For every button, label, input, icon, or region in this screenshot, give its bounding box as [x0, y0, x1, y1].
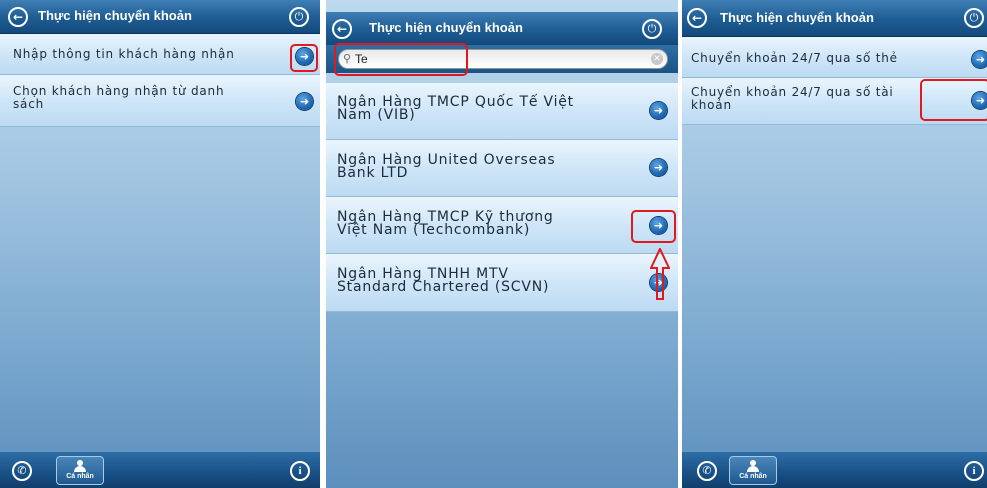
list-item-label: Ngân Hàng TMCP Quốc Tế Việt Nam (VIB): [337, 94, 574, 123]
info-icon[interactable]: i: [290, 461, 310, 481]
page-title: Thực hiện chuyển khoản: [369, 20, 523, 35]
list-item-label: Nhập thông tin khách hàng nhận: [13, 47, 235, 61]
list-item-label: Chuyển khoản 24/7 qua số tài khoản: [691, 85, 894, 112]
info-icon[interactable]: i: [964, 461, 984, 481]
back-arrow-icon[interactable]: ←: [332, 19, 352, 39]
person-icon: [747, 460, 759, 472]
arrow-right-icon[interactable]: ➜: [296, 93, 313, 110]
list-item-bank-scvn[interactable]: Ngân Hàng TNHH MTV Standard Chartered (S…: [326, 254, 678, 312]
list-item-label: Chọn khách hàng nhận từ danh sách: [13, 84, 225, 111]
header-bar: ← Thực hiện chuyển khoản ⏻: [326, 12, 678, 46]
list-item-label: Ngân Hàng United Overseas Bank LTD: [337, 152, 556, 181]
power-icon[interactable]: ⏻: [642, 19, 662, 39]
page-title: Thực hiện chuyển khoản: [38, 8, 192, 23]
header-bar: ← Thực hiện chuyển khoản ⏻: [682, 0, 987, 37]
power-icon[interactable]: ⏻: [289, 7, 309, 27]
highlight-box: [334, 43, 468, 76]
back-arrow-icon[interactable]: ←: [8, 7, 28, 27]
screen-bank-search: ← Thực hiện chuyển khoản ⏻ ⚲ Te ✕ Ngân H…: [326, 0, 678, 488]
highlight-box: [290, 44, 318, 72]
list-item-label: Ngân Hàng TMCP Kỹ thương Việt Nam (Techc…: [337, 209, 554, 238]
arrow-right-icon[interactable]: ➜: [650, 159, 667, 176]
back-arrow-icon[interactable]: ←: [687, 8, 707, 28]
list-item-bank-uob[interactable]: Ngân Hàng United Overseas Bank LTD ➜: [326, 140, 678, 197]
list-item-enter-recipient-info[interactable]: Nhập thông tin khách hàng nhận ➜: [0, 34, 320, 75]
annotation-up-arrow-icon: [650, 248, 670, 300]
footer-bar: ✆ Cá nhân i: [682, 452, 987, 488]
list-item-bank-techcombank[interactable]: Ngân Hàng TMCP Kỹ thương Việt Nam (Techc…: [326, 197, 678, 254]
page-title: Thực hiện chuyển khoản: [720, 10, 874, 25]
list-item-transfer-by-card[interactable]: Chuyển khoản 24/7 qua số thẻ ➜: [682, 37, 987, 78]
profile-label: Cá nhân: [66, 473, 94, 480]
profile-button[interactable]: Cá nhân: [56, 456, 104, 485]
phone-icon[interactable]: ✆: [12, 461, 32, 481]
person-icon: [74, 460, 86, 472]
list-item-choose-from-list[interactable]: Chọn khách hàng nhận từ danh sách ➜: [0, 75, 320, 127]
profile-label: Cá nhân: [739, 473, 767, 480]
list-item-bank-vib[interactable]: Ngân Hàng TMCP Quốc Tế Việt Nam (VIB) ➜: [326, 83, 678, 140]
list-item-label: Chuyển khoản 24/7 qua số thẻ: [691, 51, 898, 65]
highlight-box: [631, 210, 676, 243]
screen-enter-recipient: ← Thực hiện chuyển khoản ⏻ Nhập thông ti…: [0, 0, 320, 488]
clear-icon[interactable]: ✕: [651, 53, 663, 65]
footer-bar: ✆ Cá nhân i: [0, 452, 320, 488]
profile-button[interactable]: Cá nhân: [729, 456, 777, 485]
screen-transfer-type: ← Thực hiện chuyển khoản ⏻ Chuyển khoản …: [682, 0, 987, 488]
list-item-label: Ngân Hàng TNHH MTV Standard Chartered (S…: [337, 266, 550, 295]
arrow-right-icon[interactable]: ➜: [972, 51, 987, 68]
header-bar: ← Thực hiện chuyển khoản ⏻: [0, 0, 320, 34]
highlight-box: [920, 79, 987, 121]
arrow-right-icon[interactable]: ➜: [650, 102, 667, 119]
phone-icon[interactable]: ✆: [697, 461, 717, 481]
power-icon[interactable]: ⏻: [964, 8, 984, 28]
